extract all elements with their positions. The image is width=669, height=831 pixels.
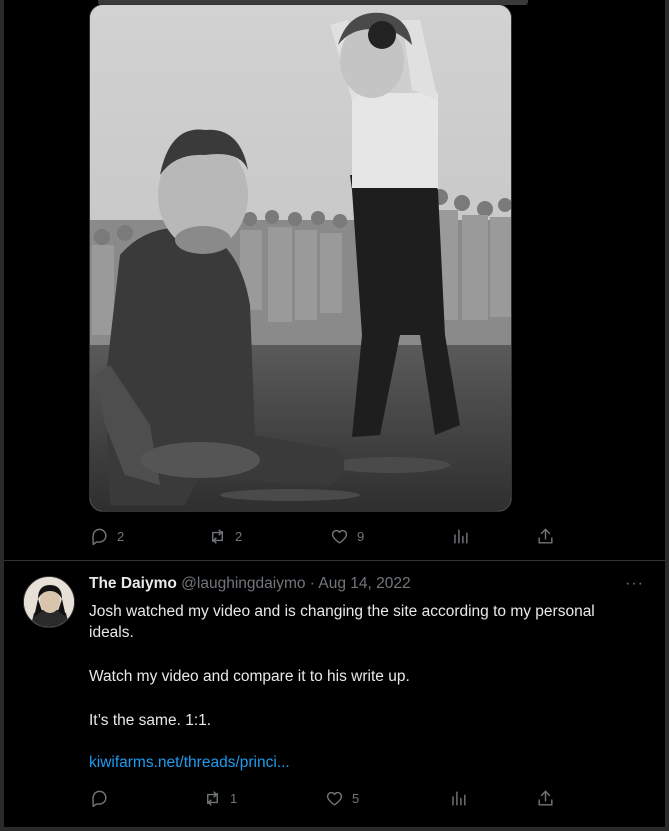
share-icon: [538, 528, 553, 544]
retweet-icon: [207, 791, 218, 806]
avatar[interactable]: [23, 576, 75, 628]
tweet-text-line-4: It’s the same. 1:1.: [89, 712, 212, 729]
tweet-date[interactable]: Aug 14, 2022: [318, 575, 410, 592]
window-border-bottom: [0, 827, 669, 831]
views-icon: [452, 791, 466, 806]
tweet-text-line-3: Watch my video and compare it to his wri…: [89, 668, 410, 685]
retweet-icon: [212, 529, 223, 544]
like-icon: [331, 529, 348, 544]
views-button[interactable]: [449, 789, 468, 808]
views-icon: [454, 529, 468, 544]
separator-dot: ·: [309, 575, 315, 592]
photo-illustration: [90, 5, 511, 511]
window-border-right: [665, 0, 669, 831]
display-name[interactable]: The Daiymo: [89, 575, 177, 592]
like-button[interactable]: 9: [330, 527, 364, 546]
tweet-text-line-1: Josh watched my video and is changing th…: [89, 603, 595, 620]
retweet-count: 1: [230, 791, 238, 806]
share-button[interactable]: [536, 527, 555, 546]
like-count: 9: [357, 529, 365, 544]
tweet-text-line-2: ideals.: [89, 624, 134, 641]
tweet-media-image[interactable]: [89, 4, 512, 512]
retweet-count: 2: [235, 529, 243, 544]
share-icon: [538, 790, 553, 806]
tweet-link[interactable]: kiwifarms.net/threads/princi...: [89, 754, 290, 772]
tweet-divider: [4, 560, 665, 561]
more-icon[interactable]: ···: [625, 575, 644, 593]
tweet-header: The Daiymo @laughingdaiymo · Aug 14, 202…: [89, 575, 411, 593]
reply-icon: [92, 528, 107, 546]
retweet-button[interactable]: 2: [208, 527, 242, 546]
reply-button[interactable]: [90, 789, 117, 808]
share-button[interactable]: [536, 789, 555, 808]
retweet-button[interactable]: 1: [203, 789, 237, 808]
like-button[interactable]: 5: [325, 789, 359, 808]
user-handle[interactable]: @laughingdaiymo: [181, 575, 305, 592]
avatar-illustration: [24, 577, 74, 627]
like-count: 5: [352, 791, 360, 806]
reply-button[interactable]: 2: [90, 527, 124, 546]
like-icon: [326, 791, 343, 806]
reply-icon: [92, 790, 107, 808]
window-border-left: [0, 0, 4, 831]
reply-count: 2: [117, 529, 125, 544]
views-button[interactable]: [451, 527, 470, 546]
